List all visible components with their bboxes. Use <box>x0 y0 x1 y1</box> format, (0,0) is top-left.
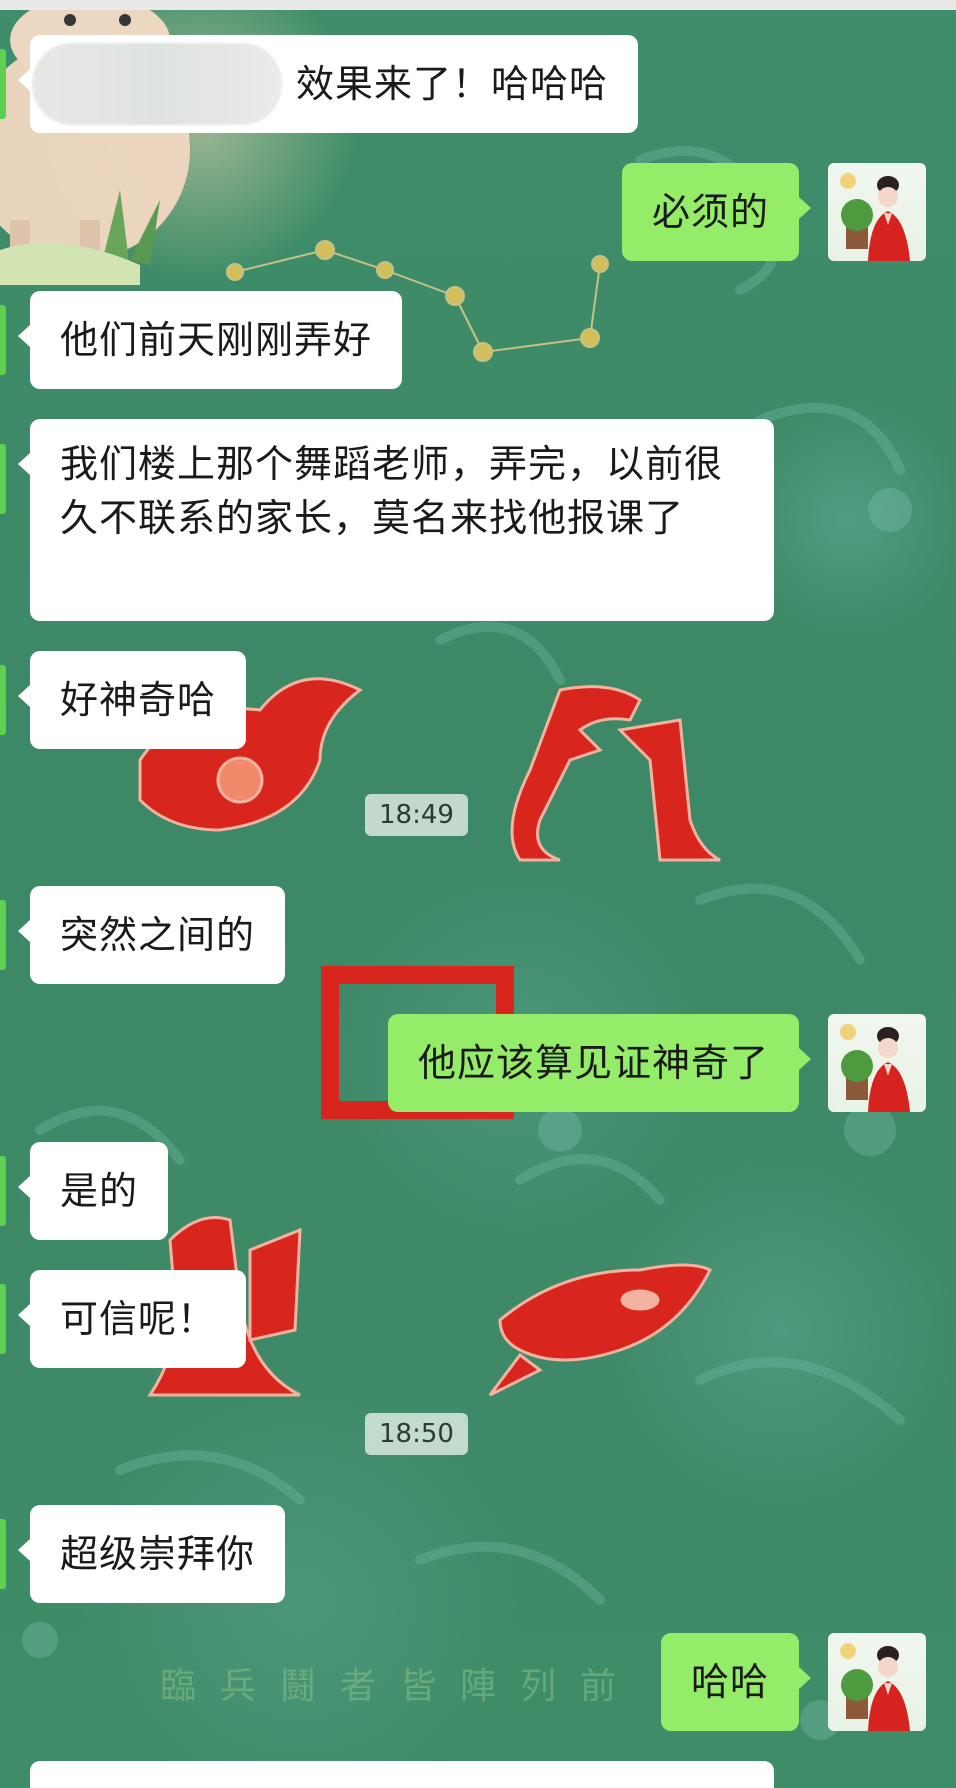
incoming-indicator <box>0 49 6 119</box>
message-text: 我们楼上那个舞蹈老师，弄完，以前很久不联系的家长，莫名来找他报课了 <box>60 442 724 540</box>
message-bubble-incoming[interactable]: 好神奇哈 <box>17 651 247 749</box>
incoming-indicator <box>0 444 6 514</box>
message-bubble-incoming[interactable]: 突然之间的 <box>17 886 286 984</box>
incoming-indicator <box>0 1156 6 1226</box>
incoming-indicator <box>0 665 6 735</box>
message-text: 他们前天刚刚弄好 <box>60 318 373 362</box>
incoming-indicator <box>0 1519 6 1589</box>
message-row: 必须的 <box>0 163 956 261</box>
user-avatar-icon[interactable] <box>828 1014 926 1112</box>
user-avatar-icon[interactable] <box>828 1633 926 1731</box>
message-text: 可信呢！ <box>60 1297 217 1341</box>
message-bubble-outgoing[interactable]: 必须的 <box>621 163 812 261</box>
incoming-indicator <box>0 900 6 970</box>
message-row: 突然之间的 <box>0 886 956 984</box>
top-status-strip <box>0 0 956 10</box>
message-bubble-incoming[interactable]: 是的 <box>17 1142 169 1240</box>
message-bubble-incoming[interactable]: 超级崇拜你 <box>17 1505 286 1603</box>
message-row: 可信呢！ <box>0 1270 956 1368</box>
incoming-indicator <box>0 1284 6 1354</box>
message-row-partial <box>0 1761 956 1788</box>
message-bubble-incoming[interactable]: 我们楼上那个舞蹈老师，弄完，以前很久不联系的家长，莫名来找他报课了 <box>18 419 774 621</box>
message-text: 超级崇拜你 <box>60 1532 256 1576</box>
message-row: 超级崇拜你 <box>0 1505 956 1603</box>
message-row: 他们前天刚刚弄好 <box>0 291 956 389</box>
message-bubble-outgoing[interactable]: 哈哈 <box>660 1633 812 1731</box>
message-bubble-outgoing[interactable]: 他应该算见证神奇了 <box>387 1014 812 1112</box>
message-text: 好神奇哈 <box>60 678 217 722</box>
message-row: 效果来了！哈哈哈 <box>0 35 956 133</box>
message-text: 他应该算见证神奇了 <box>417 1041 769 1085</box>
redacted-content <box>32 43 282 125</box>
message-text: 突然之间的 <box>60 913 256 957</box>
message-row: 好神奇哈 <box>0 651 956 749</box>
incoming-indicator <box>0 305 6 375</box>
message-bubble-incoming[interactable]: 他们前天刚刚弄好 <box>17 291 403 389</box>
message-timestamp: 18:50 <box>365 1413 468 1455</box>
message-bubble-incoming[interactable]: 效果来了！哈哈哈 <box>17 35 639 133</box>
message-text: 是的 <box>60 1169 139 1213</box>
message-row: 是的 <box>0 1142 956 1240</box>
message-row: 我们楼上那个舞蹈老师，弄完，以前很久不联系的家长，莫名来找他报课了 <box>0 419 956 621</box>
message-timestamp: 18:49 <box>365 794 468 836</box>
message-row: 他应该算见证神奇了 <box>0 1014 956 1112</box>
message-bubble-incoming[interactable]: 可信呢！ <box>17 1270 247 1368</box>
message-bubble-incoming[interactable] <box>30 1761 774 1788</box>
message-row: 哈哈 <box>0 1633 956 1731</box>
message-text: 必须的 <box>651 190 769 234</box>
user-avatar-icon[interactable] <box>828 163 926 261</box>
message-text: 效果来了！哈哈哈 <box>296 62 609 106</box>
message-text: 哈哈 <box>690 1660 769 1704</box>
